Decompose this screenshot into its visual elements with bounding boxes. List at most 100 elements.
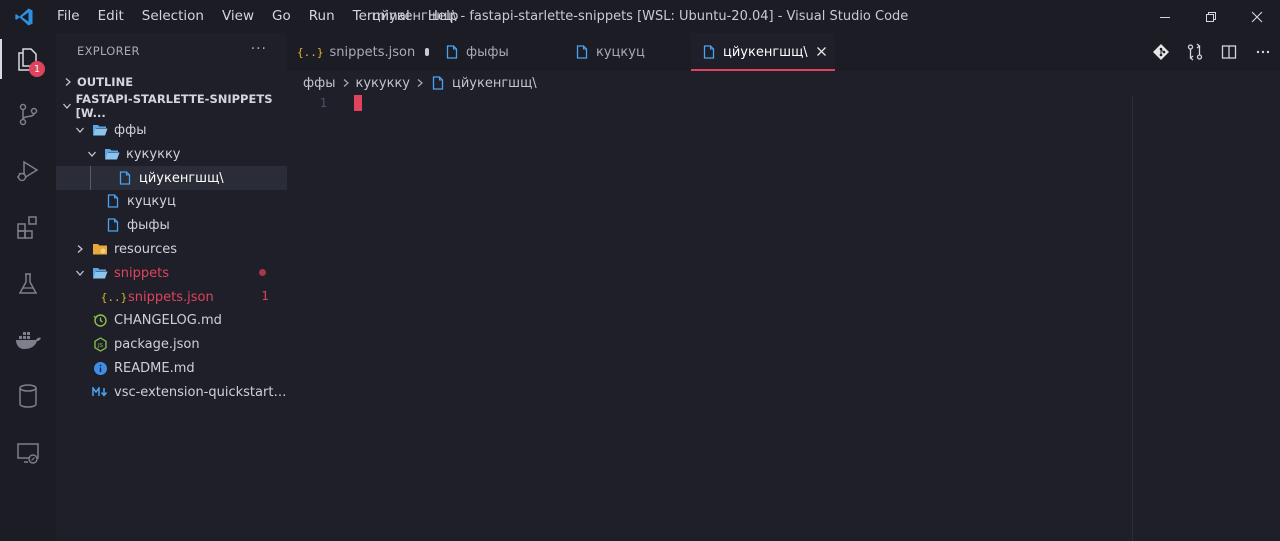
- run-debug-icon: [17, 160, 39, 182]
- tree-folder-ffy[interactable]: ффы: [56, 118, 287, 142]
- markdown-icon: [92, 384, 108, 400]
- problem-count: 1: [261, 289, 269, 303]
- source-control-icon: [19, 103, 38, 126]
- explorer-title: EXPLORER: [77, 44, 140, 58]
- more-editor-actions-button[interactable]: [1246, 33, 1280, 71]
- breadcrumb-item[interactable]: кукукку: [356, 76, 411, 91]
- breadcrumb: ффы кукукку цйукенгшщ\: [287, 71, 537, 95]
- vscode-logo-icon: [0, 0, 48, 33]
- menu-file[interactable]: File: [48, 0, 89, 33]
- tab-bar: {..} snippets.json фыфы куцкуц цйукенгшщ…: [287, 33, 1280, 71]
- minimize-icon: [1160, 16, 1170, 18]
- more-icon: [1256, 50, 1270, 54]
- menu-run[interactable]: Run: [300, 0, 344, 33]
- tree-file-package-json[interactable]: JS package.json: [56, 332, 287, 356]
- compare-changes-button[interactable]: [1178, 33, 1212, 71]
- folder-resources-icon: [92, 241, 108, 257]
- editor-area[interactable]: 1: [287, 95, 1280, 541]
- tree-file-readme[interactable]: README.md: [56, 356, 287, 380]
- database-button[interactable]: [0, 372, 56, 420]
- run-debug-button[interactable]: [0, 147, 56, 195]
- json-icon: {..}: [297, 45, 324, 59]
- docker-button[interactable]: [0, 316, 56, 364]
- workspace-label: FASTAPI-STARLETTE-SNIPPETS [W...: [75, 92, 273, 120]
- tab-active-file[interactable]: цйукенгшщ\: [691, 33, 835, 71]
- split-editor-icon: [1221, 45, 1237, 59]
- database-icon: [19, 384, 37, 408]
- testing-button[interactable]: [0, 260, 56, 308]
- tree-file-quickstart[interactable]: vsc-extension-quickstart....: [56, 380, 287, 404]
- explorer-button[interactable]: 1: [0, 35, 56, 83]
- editor-actions: [1144, 33, 1280, 71]
- extensions-icon: [17, 216, 37, 239]
- extensions-button[interactable]: [0, 203, 56, 251]
- tree-file-snippets-json[interactable]: {..} snippets.json 1: [56, 285, 287, 309]
- tab-label: snippets.json: [329, 44, 416, 60]
- menu-view[interactable]: View: [213, 0, 263, 33]
- outline-label: OUTLINE: [77, 75, 134, 89]
- breadcrumb-item[interactable]: ффы: [303, 76, 336, 91]
- file-icon: [117, 170, 133, 186]
- workspace-section-header[interactable]: FASTAPI-STARLETTE-SNIPPETS [W...: [56, 92, 287, 120]
- more-actions-button[interactable]: ···: [251, 41, 267, 57]
- file-icon: [701, 44, 717, 60]
- activity-bar: 1: [0, 33, 56, 541]
- outline-section-header[interactable]: OUTLINE: [56, 70, 287, 94]
- folder-open-icon: [92, 265, 108, 281]
- file-icon: [574, 44, 590, 60]
- text-cursor: [354, 95, 362, 111]
- tree-file-current[interactable]: цйукенгшщ\: [56, 166, 287, 190]
- tree-folder-snippets[interactable]: snippets: [56, 261, 287, 285]
- menu-terminal[interactable]: Terminal: [344, 0, 419, 33]
- close-tab-button[interactable]: [816, 43, 827, 61]
- tab-label: куцкуц: [596, 44, 645, 60]
- close-icon: [1251, 11, 1263, 22]
- unsaved-dot-icon[interactable]: [425, 48, 429, 56]
- testing-icon: [18, 273, 38, 294]
- remote-explorer-button[interactable]: [0, 429, 56, 477]
- restore-icon: [1206, 11, 1216, 22]
- chevron-right-icon: [60, 77, 76, 87]
- tab-kutskuts[interactable]: куцкуц: [564, 33, 690, 71]
- changelog-icon: [92, 312, 108, 328]
- git-button[interactable]: [1144, 33, 1178, 71]
- breadcrumb-item[interactable]: цйукенгшщ\: [452, 76, 537, 91]
- tree-folder-kukukku[interactable]: кукукку: [56, 142, 287, 166]
- explorer-badge: 1: [29, 61, 45, 77]
- tree-file-kutskuts[interactable]: куцкуц: [56, 189, 287, 213]
- menu-go[interactable]: Go: [263, 0, 300, 33]
- chevron-down-icon: [84, 149, 100, 159]
- source-control-button[interactable]: [0, 90, 56, 138]
- close-window-button[interactable]: [1234, 0, 1280, 33]
- menu-edit[interactable]: Edit: [89, 0, 133, 33]
- line-number: 1: [319, 96, 327, 110]
- chevron-right-icon: [342, 78, 350, 88]
- file-icon: [444, 44, 460, 60]
- close-icon: [816, 47, 826, 56]
- tab-snippets-json[interactable]: {..} snippets.json: [287, 33, 429, 71]
- tree-file-fyfy[interactable]: фыфы: [56, 213, 287, 237]
- folder-open-icon: [104, 146, 120, 162]
- tab-label: фыфы: [466, 44, 509, 60]
- explorer-sidebar: EXPLORER ··· OUTLINE FASTAPI-STARLETTE-S…: [56, 33, 287, 541]
- title-bar: File Edit Selection View Go Run Terminal…: [0, 0, 1280, 33]
- split-editor-button[interactable]: [1212, 33, 1246, 71]
- tab-fyfy[interactable]: фыфы: [434, 33, 564, 71]
- minimize-button[interactable]: [1142, 0, 1188, 33]
- menu-help[interactable]: Help: [419, 0, 468, 33]
- chevron-down-icon: [60, 101, 75, 111]
- menu-selection[interactable]: Selection: [133, 0, 213, 33]
- json-icon: {..}: [100, 290, 128, 304]
- file-icon: [105, 217, 121, 233]
- tree-file-changelog[interactable]: CHANGELOG.md: [56, 308, 287, 332]
- tree-folder-resources[interactable]: resources: [56, 237, 287, 261]
- compare-changes-icon: [1187, 43, 1203, 61]
- modified-dot-icon: [259, 269, 266, 276]
- folder-open-icon: [92, 122, 108, 138]
- restore-button[interactable]: [1188, 0, 1234, 33]
- chevron-down-icon: [72, 268, 88, 278]
- indent-guide: [90, 166, 91, 190]
- chevron-right-icon: [72, 244, 88, 254]
- explorer-header: EXPLORER ···: [56, 33, 287, 69]
- git-icon: [1153, 44, 1169, 60]
